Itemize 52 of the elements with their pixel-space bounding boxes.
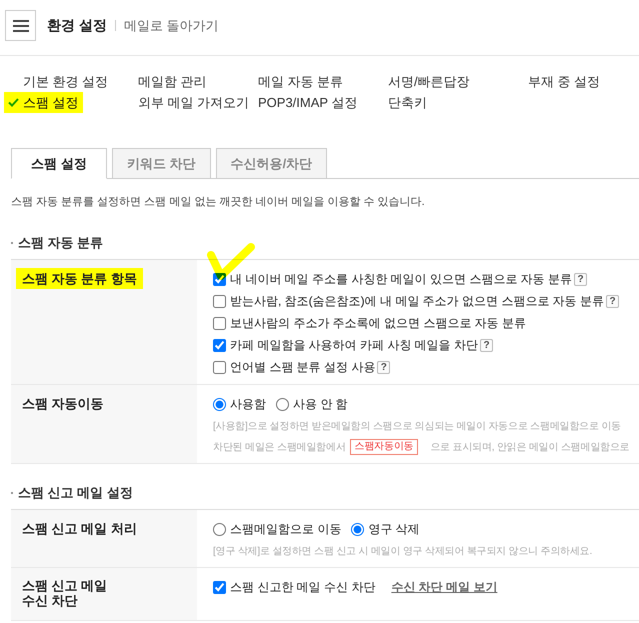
radio-button[interactable] <box>213 522 226 536</box>
row-label: 스팸 신고 메일 처리 <box>22 521 137 536</box>
menu-button[interactable] <box>5 10 36 41</box>
checkbox[interactable] <box>213 580 226 594</box>
note-text: 으로 표시되며, 안읽은 메일이 스팸메일함으로 <box>430 440 630 454</box>
menu-icon <box>12 20 28 32</box>
settings-menu-link[interactable]: 메일 자동 분류 <box>254 71 348 92</box>
checkbox[interactable] <box>213 360 226 374</box>
description-text: 스팸 자동 분류를 설정하면 스팸 메일 없는 깨끗한 네이버 메일을 이용할 수 있습니다. <box>11 195 426 210</box>
tab[interactable]: 스팸 설정 <box>11 148 107 179</box>
option-label: 카페 메일함을 사용하여 카페 사칭 메일을 차단 <box>230 336 478 354</box>
settings-menu-link[interactable]: 서명/빠른답장 <box>384 71 474 92</box>
radio-button[interactable] <box>276 398 289 410</box>
settings-menu-link[interactable]: 부재 중 설정 <box>524 71 604 92</box>
note-text: 차단된 메일은 스팸메일함에서 <box>213 440 346 454</box>
settings-menu-link[interactable]: 단축키 <box>384 92 431 113</box>
checkbox[interactable] <box>213 272 226 286</box>
checkbox[interactable] <box>213 294 226 308</box>
row-label: 스팸 자동이동 <box>22 396 104 411</box>
option-label: 보낸사람의 주소가 주소록에 없으면 스팸으로 자동 분류 <box>230 314 526 332</box>
note-text: [사용함]으로 설정하면 받은메일함의 스팸으로 의심되는 메일이 자동으로 스팸메일함으로 이동 <box>213 420 621 432</box>
help-button[interactable]: ? <box>377 360 390 374</box>
page-title: 환경 설정 <box>47 16 107 34</box>
row-label: 스팸 신고 메일 수신 차단 <box>22 578 108 608</box>
row-label: 스팸 자동 분류 항목 <box>16 268 143 289</box>
help-button[interactable]: ? <box>574 272 588 286</box>
checkbox[interactable] <box>213 316 226 330</box>
option-label: 내 네이버 메일 주소를 사칭한 메일이 있으면 스팸으로 자동 분류 <box>230 270 572 288</box>
option-label: 영구 삭제 <box>368 520 420 538</box>
settings-menu-link[interactable]: 메일함 관리 <box>134 71 211 92</box>
checkbox[interactable] <box>213 338 226 352</box>
radio-button[interactable] <box>351 522 364 536</box>
settings-menu-link[interactable]: POP3/IMAP 설정 <box>254 92 362 113</box>
status-tag: 스팸자동이동 <box>350 438 418 454</box>
settings-menu-link[interactable]: 기본 환경 설정 <box>19 71 112 92</box>
check-icon <box>8 98 19 107</box>
option-label: 사용함 <box>230 396 266 412</box>
option-label: 스팸 신고한 메일 수신 차단 <box>230 578 376 596</box>
note-text: [영구 삭제]로 설정하면 스팸 신고 시 메일이 영구 삭제되어 복구되지 않으니 주의하세요. <box>213 544 592 558</box>
radio-button[interactable] <box>213 398 226 410</box>
option-label: 사용 안 함 <box>293 396 348 412</box>
section-title: 스팸 자동 분류 <box>18 234 104 252</box>
option-label: 받는사람, 참조(숨은참조)에 내 메일 주소가 없으면 스팸으로 자동 분류 <box>230 292 604 310</box>
section-title: 스팸 신고 메일 설정 <box>18 484 133 502</box>
option-label: 스팸메일함으로 이동 <box>230 520 342 538</box>
blocked-mail-link[interactable]: 수신 차단 메일 보기 <box>391 578 498 596</box>
option-label: 언어별 스팸 분류 설정 사용 <box>230 358 376 376</box>
settings-menu-link[interactable]: 스팸 설정 <box>4 92 83 113</box>
help-button[interactable]: ? <box>606 294 619 308</box>
help-button[interactable]: ? <box>480 338 494 352</box>
settings-menu-link[interactable]: 외부 메일 가져오기 <box>134 92 254 113</box>
back-link[interactable]: 메일로 돌아가기 <box>124 16 219 34</box>
